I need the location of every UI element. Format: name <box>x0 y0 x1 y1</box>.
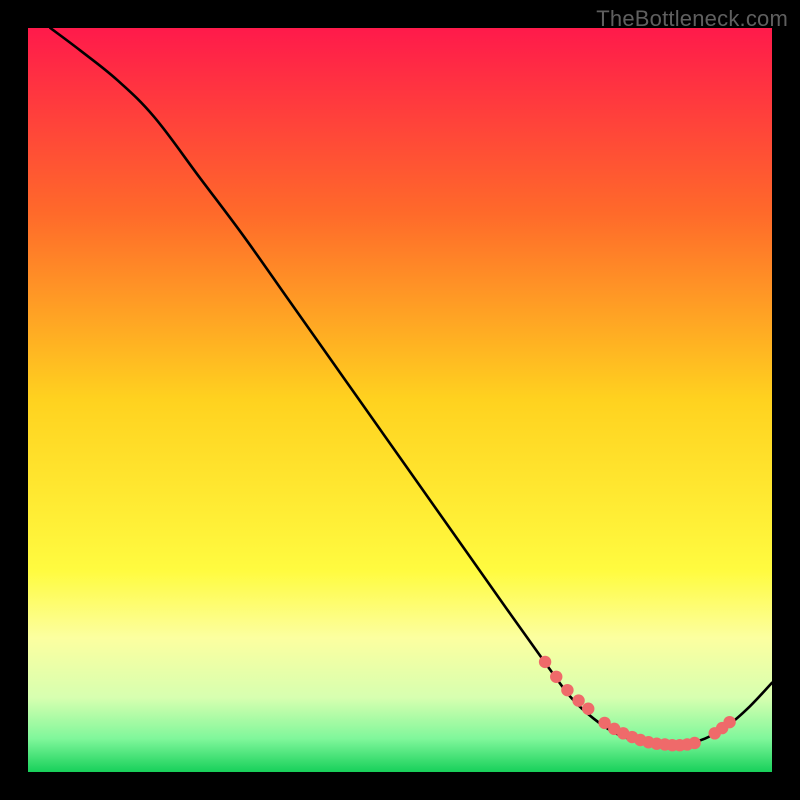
data-point <box>550 671 562 683</box>
chart-plot-area <box>28 28 772 772</box>
data-point <box>723 716 735 728</box>
chart-frame: TheBottleneck.com <box>0 0 800 800</box>
chart-background <box>28 28 772 772</box>
data-point <box>539 656 551 668</box>
chart-svg <box>28 28 772 772</box>
data-point <box>582 703 594 715</box>
data-point <box>572 694 584 706</box>
data-point <box>688 737 700 749</box>
data-point <box>561 684 573 696</box>
watermark-text: TheBottleneck.com <box>596 6 788 32</box>
